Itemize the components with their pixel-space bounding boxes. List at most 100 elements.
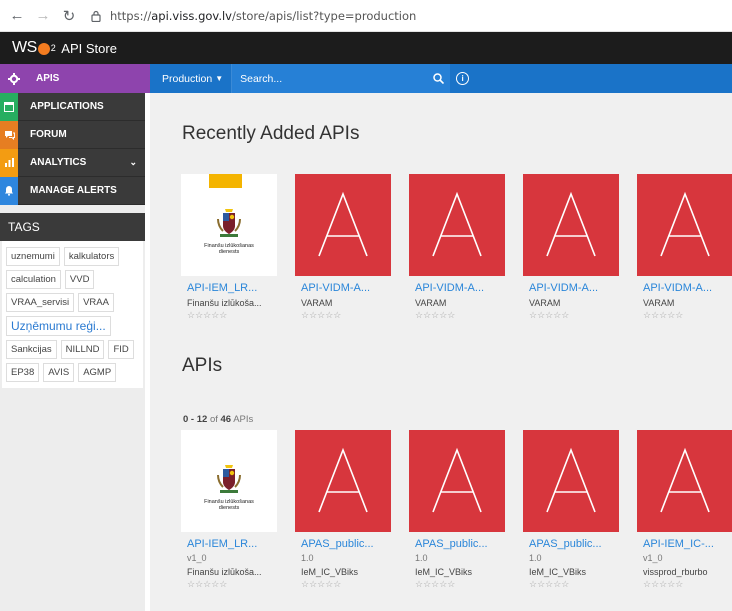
api-thumbnail[interactable] <box>523 174 619 276</box>
letter-a-icon <box>318 447 368 513</box>
api-provider: IeM_IC_VBiks <box>415 567 473 577</box>
sidebar-item-forum[interactable]: FORUM <box>0 120 145 149</box>
api-version: 1.0 <box>415 553 428 563</box>
api-thumbnail[interactable] <box>409 430 505 532</box>
star-rating[interactable]: ☆☆☆☆☆ <box>187 310 277 321</box>
api-card[interactable]: APAS_public... 1.0 IeM_IC_VBiks ☆☆☆☆☆ <box>295 430 391 590</box>
star-rating[interactable]: ☆☆☆☆☆ <box>643 310 732 321</box>
letter-a-icon <box>318 191 368 257</box>
caret-down-icon: ▼ <box>215 74 224 83</box>
url-domain: api.viss.gov.lv <box>151 8 232 23</box>
api-card[interactable]: API-IEM_IC-... v1_0 vissprod_rburbo ☆☆☆☆… <box>637 430 732 590</box>
tag-link[interactable]: kalkulators <box>63 247 120 266</box>
api-name-link[interactable]: API-VIDM-A... <box>529 282 619 294</box>
logo-subscript: 2 <box>50 43 56 53</box>
api-version: 1.0 <box>529 553 542 563</box>
forward-arrow-icon[interactable]: → <box>32 5 54 27</box>
wso2-logo[interactable]: WS 2 <box>12 39 56 57</box>
star-rating[interactable]: ☆☆☆☆☆ <box>529 310 619 321</box>
api-card[interactable]: API-VIDM-A... VARAM ☆☆☆☆☆ <box>523 174 619 321</box>
api-card[interactable]: API-VIDM-A... VARAM ☆☆☆☆☆ <box>295 174 391 321</box>
api-thumbnail[interactable] <box>409 174 505 276</box>
api-card[interactable]: API-VIDM-A... VARAM ☆☆☆☆☆ <box>409 174 505 321</box>
api-thumbnail[interactable] <box>295 430 391 532</box>
api-name-link[interactable]: API-VIDM-A... <box>301 282 391 294</box>
address-bar[interactable]: https://api.viss.gov.lv/store/apis/list?… <box>110 9 416 23</box>
api-thumbnail[interactable] <box>637 430 732 532</box>
api-thumbnail[interactable] <box>637 174 732 276</box>
agency-line-2: dienests <box>218 249 240 255</box>
api-provider: vissprod_rburbo <box>643 567 708 577</box>
api-name-link[interactable]: APAS_public... <box>415 538 505 550</box>
bell-icon <box>0 176 18 205</box>
search-placeholder: Search... <box>240 72 283 85</box>
star-rating[interactable]: ☆☆☆☆☆ <box>415 579 505 590</box>
logo-text: WS <box>12 39 37 56</box>
api-thumbnail[interactable]: Finanšu izlūkošanas dienests <box>181 174 277 276</box>
sidebar-item-analytics[interactable]: ANALYTICS ⌄ <box>0 148 145 177</box>
api-name-link[interactable]: API-IEM_LR... <box>187 282 277 294</box>
sidebar-item-label: ANALYTICS <box>30 157 87 168</box>
api-thumbnail[interactable]: Finanšu izlūkošanas dienests <box>181 430 277 532</box>
star-rating[interactable]: ☆☆☆☆☆ <box>301 579 391 590</box>
tag-link[interactable]: VRAA <box>78 293 114 312</box>
count-of: of <box>209 414 218 425</box>
api-provider: VARAM <box>643 298 675 308</box>
recent-apis-row: Finanšu izlūkošanas dienests API-IEM_LR.… <box>181 174 732 321</box>
sidebar-item-manage-alerts[interactable]: MANAGE ALERTS <box>0 176 145 205</box>
apis-nav-item[interactable]: APIS <box>0 64 150 93</box>
tag-link[interactable]: uznemumi <box>6 247 60 266</box>
api-card[interactable]: APAS_public... 1.0 IeM_IC_VBiks ☆☆☆☆☆ <box>523 430 619 590</box>
chevron-down-icon[interactable]: ⌄ <box>129 157 137 168</box>
api-thumbnail[interactable] <box>523 430 619 532</box>
forum-icon <box>0 120 18 149</box>
sidebar: APPLICATIONS FORUM ANALYTICS ⌄ MANAGE AL… <box>0 92 145 611</box>
applications-icon <box>0 92 18 121</box>
tag-link[interactable]: calculation <box>6 270 61 289</box>
tag-link[interactable]: VRAA_servisi <box>6 293 75 312</box>
info-icon[interactable]: i <box>456 72 470 85</box>
reload-icon[interactable]: ↻ <box>58 5 80 27</box>
api-provider: IeM_IC_VBiks <box>529 567 587 577</box>
tag-link[interactable]: EP38 <box>6 363 40 382</box>
environment-label: Production <box>162 72 213 85</box>
count-total: 46 <box>220 414 232 425</box>
api-name-link[interactable]: APAS_public... <box>529 538 619 550</box>
tag-link[interactable]: Uzņēmumu reģi... <box>6 316 111 336</box>
tag-link[interactable]: AVIS <box>43 363 75 382</box>
star-rating[interactable]: ☆☆☆☆☆ <box>301 310 391 321</box>
api-version: 1.0 <box>301 553 314 563</box>
search-input[interactable]: Search... <box>232 64 451 93</box>
star-rating[interactable]: ☆☆☆☆☆ <box>187 579 277 590</box>
coat-of-arms-icon <box>217 208 241 237</box>
star-rating[interactable]: ☆☆☆☆☆ <box>529 579 619 590</box>
api-name-link[interactable]: API-IEM_LR... <box>187 538 277 550</box>
star-rating[interactable]: ☆☆☆☆☆ <box>643 579 732 590</box>
page: ← → ↻ https://api.viss.gov.lv/store/apis… <box>0 0 732 611</box>
api-name-link[interactable]: API-IEM_IC-... <box>643 538 732 550</box>
tag-link[interactable]: FID <box>108 340 134 359</box>
back-arrow-icon[interactable]: ← <box>6 5 28 27</box>
api-name-link[interactable]: API-VIDM-A... <box>643 282 732 294</box>
api-version: v1_0 <box>187 553 207 563</box>
api-card[interactable]: APAS_public... 1.0 IeM_IC_VBiks ☆☆☆☆☆ <box>409 430 505 590</box>
lock-icon[interactable] <box>86 6 106 26</box>
api-card[interactable]: Finanšu izlūkošanas dienests API-IEM_LR.… <box>181 430 277 590</box>
environment-dropdown[interactable]: Production ▼ <box>150 64 233 93</box>
search-icon[interactable] <box>433 73 445 84</box>
star-rating[interactable]: ☆☆☆☆☆ <box>415 310 505 321</box>
sidebar-item-applications[interactable]: APPLICATIONS <box>0 92 145 121</box>
api-card[interactable]: API-VIDM-A... VARAM ☆☆☆☆☆ <box>637 174 732 321</box>
url-path: /store/apis/list?type=production <box>231 8 417 23</box>
api-name-link[interactable]: APAS_public... <box>301 538 391 550</box>
tag-link[interactable]: AGMP <box>78 363 117 382</box>
tag-link[interactable]: Sankcijas <box>6 340 57 359</box>
agency-name: Finanšu izlūkošanas dienests <box>204 243 254 256</box>
sidebar-item-label: APPLICATIONS <box>30 101 104 112</box>
tag-link[interactable]: NILLND <box>60 340 105 359</box>
api-card[interactable]: Finanšu izlūkošanas dienests API-IEM_LR.… <box>181 174 277 321</box>
api-thumbnail[interactable] <box>295 174 391 276</box>
tag-link[interactable]: VVD <box>64 270 95 289</box>
api-name-link[interactable]: API-VIDM-A... <box>415 282 505 294</box>
letter-a-icon <box>660 447 710 513</box>
